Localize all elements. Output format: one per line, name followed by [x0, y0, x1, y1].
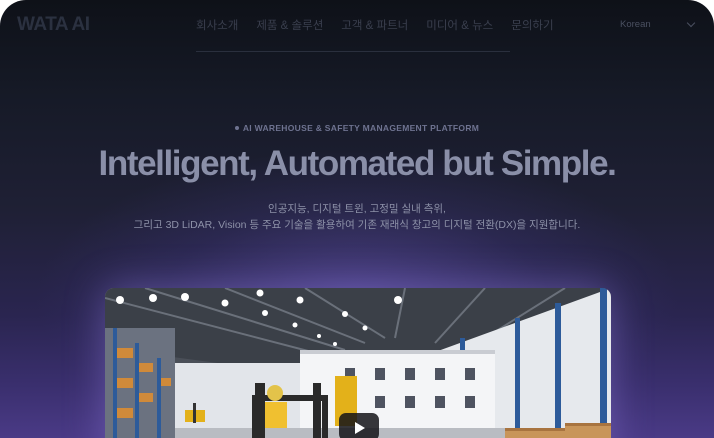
nav-item-company[interactable]: 회사소개	[196, 17, 238, 33]
nav-item-contact[interactable]: 문의하기	[511, 17, 553, 33]
hero-description-line-1: 인공지능, 디지털 트윈, 고정밀 실내 측위,	[268, 203, 446, 215]
main-menu: 회사소개 제품 & 솔루션 고객 & 파트너 미디어 & 뉴스 문의하기	[196, 17, 554, 33]
hero-eyebrow-text: AI WAREHOUSE & SAFETY MANAGEMENT PLATFOR…	[242, 123, 480, 133]
nav-divider	[196, 51, 510, 52]
bullet-dot-icon	[234, 125, 239, 130]
nav-item-products[interactable]: 제품 & 솔루션	[256, 17, 323, 33]
page-frame: WATA AI 회사소개 제품 & 솔루션 고객 & 파트너 미디어 & 뉴스 …	[0, 0, 714, 438]
top-navigation: WATA AI 회사소개 제품 & 솔루션 고객 & 파트너 미디어 & 뉴스 …	[0, 0, 714, 52]
nav-item-media[interactable]: 미디어 & 뉴스	[426, 17, 493, 33]
hero-description: 인공지능, 디지털 트윈, 고정밀 실내 측위, 그리고 3D LiDAR, V…	[0, 201, 714, 233]
nav-item-customers[interactable]: 고객 & 파트너	[341, 17, 408, 33]
hero-eyebrow: AI WAREHOUSE & SAFETY MANAGEMENT PLATFOR…	[0, 123, 714, 133]
language-select[interactable]: Korean	[620, 18, 696, 30]
brand-logo[interactable]: WATA AI	[17, 14, 90, 36]
play-icon	[355, 422, 365, 434]
video-play-button[interactable]	[339, 413, 379, 438]
chevron-down-icon	[686, 18, 696, 28]
hero-headline: Intelligent, Automated but Simple.	[98, 144, 617, 183]
language-select-value: Korean	[620, 19, 651, 30]
hero-description-line-2: 그리고 3D LiDAR, Vision 등 주요 기술을 활용하여 기존 재래…	[133, 219, 581, 231]
